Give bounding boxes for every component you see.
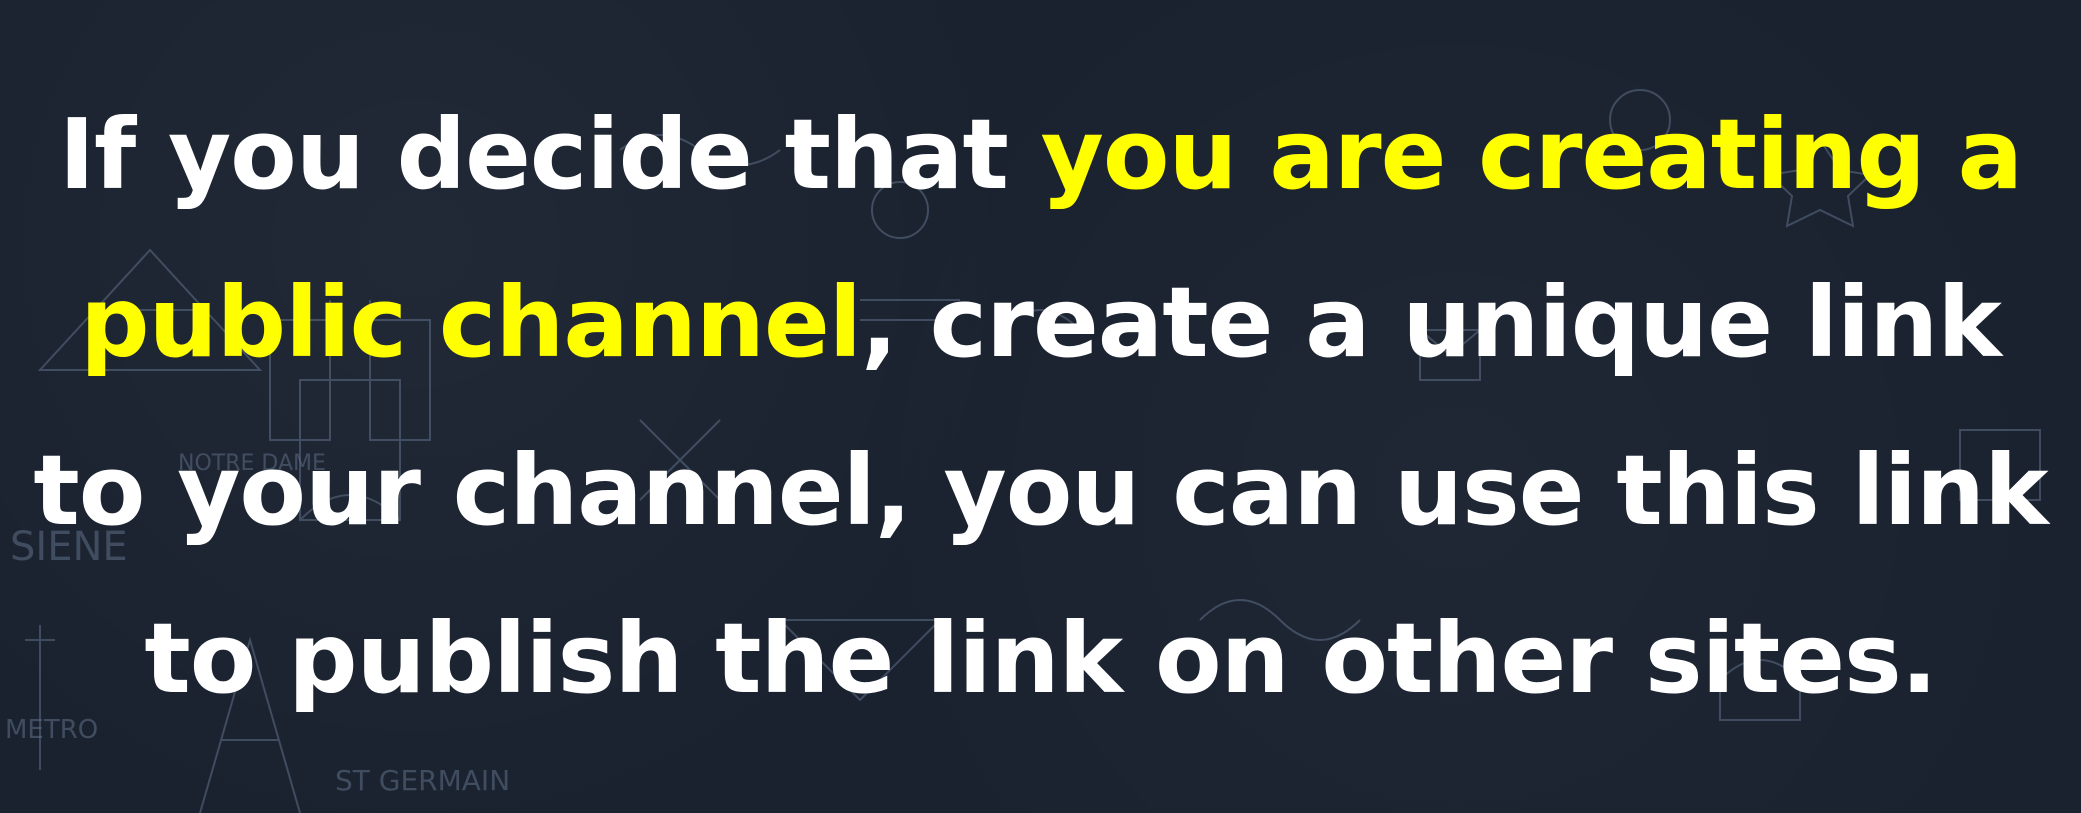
caption-text: If you decide that you are creating a pu…	[20, 71, 2061, 743]
caption-container: If you decide that you are creating a pu…	[0, 0, 2081, 813]
caption-intro: If you decide that	[58, 97, 1041, 211]
